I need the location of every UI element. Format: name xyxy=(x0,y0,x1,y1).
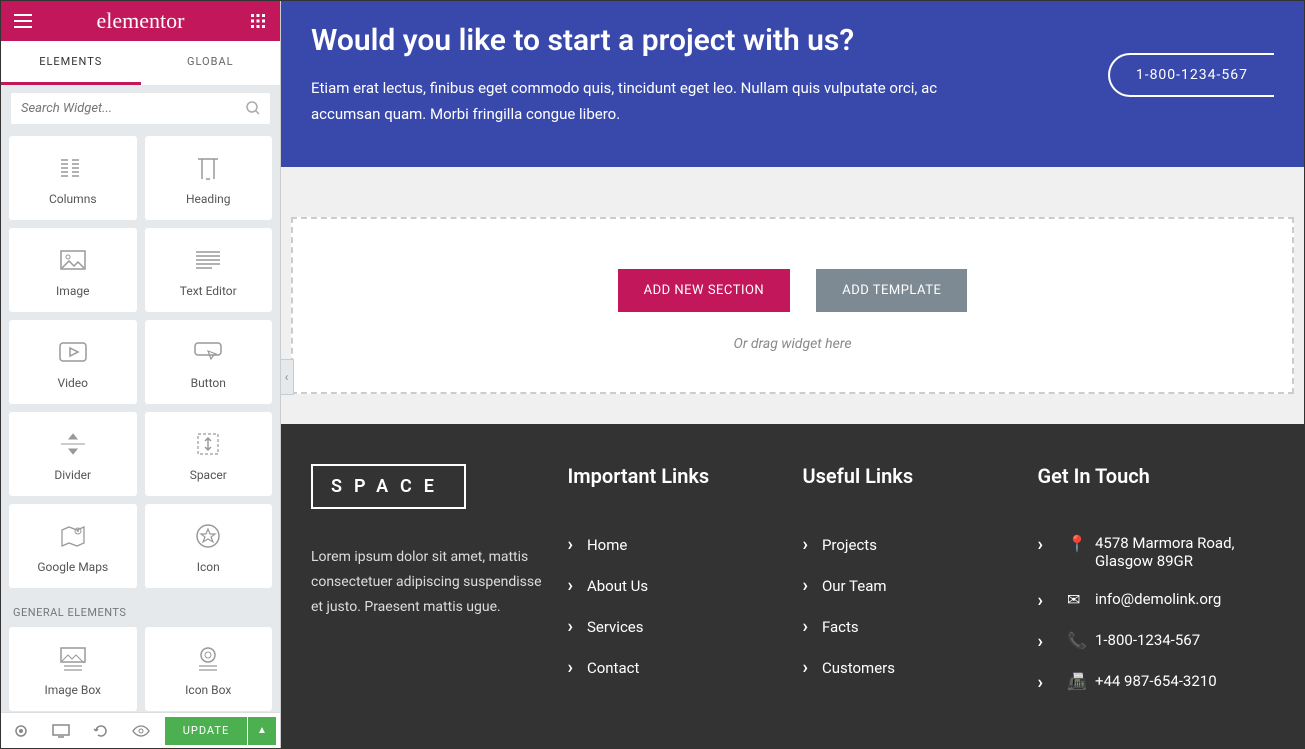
widget-button[interactable]: Button xyxy=(145,320,273,404)
footer-col-about: SPACE Lorem ipsum dolor sit amet, mattis… xyxy=(311,464,548,703)
video-icon xyxy=(17,338,129,366)
text-icon xyxy=(153,246,265,274)
footer-link[interactable]: About Us xyxy=(568,565,783,606)
preview-icon[interactable] xyxy=(121,713,161,749)
spacer-icon xyxy=(153,430,265,458)
fax-icon: 📠 xyxy=(1067,672,1085,691)
widget-image-box[interactable]: Image Box xyxy=(9,627,137,711)
button-icon xyxy=(153,338,265,366)
widget-google-maps[interactable]: Google Maps xyxy=(9,504,137,588)
update-button[interactable]: UPDATE xyxy=(165,717,247,745)
footer-about-text: Lorem ipsum dolor sit amet, mattis conse… xyxy=(311,545,548,621)
footer-col3-title: Useful Links xyxy=(803,464,1018,488)
footer-link[interactable]: Facts xyxy=(803,606,1018,647)
star-icon xyxy=(153,522,265,550)
elementor-sidebar: elementor ELEMENTS GLOBAL Columns Headin… xyxy=(1,1,281,748)
iconbox-icon xyxy=(153,645,265,673)
dropzone[interactable]: ADD NEW SECTION ADD TEMPLATE Or drag wid… xyxy=(291,217,1294,394)
widget-icon[interactable]: Icon xyxy=(145,504,273,588)
add-section-button[interactable]: ADD NEW SECTION xyxy=(618,269,791,312)
widget-icon-box[interactable]: Icon Box xyxy=(145,627,273,711)
update-options-button[interactable]: ▲ xyxy=(248,717,276,745)
add-template-button[interactable]: ADD TEMPLATE xyxy=(816,269,967,312)
search-input[interactable] xyxy=(11,93,270,124)
footer-link[interactable]: Our Team xyxy=(803,565,1018,606)
columns-icon xyxy=(17,154,129,182)
maps-icon xyxy=(17,522,129,550)
footer-col-contact: Get In Touch 📍4578 Marmora Road, Glasgow… xyxy=(1038,464,1275,703)
cta-text: Etiam erat lectus, finibus eget commodo … xyxy=(311,76,971,127)
apps-grid-icon[interactable] xyxy=(246,9,270,33)
footer-col2-title: Important Links xyxy=(568,464,783,488)
settings-icon[interactable] xyxy=(1,713,41,749)
widgets-panel: Columns Heading Image Text Editor Video … xyxy=(1,132,280,712)
dropzone-hint: Or drag widget here xyxy=(313,336,1272,352)
email-icon: ✉ xyxy=(1067,590,1085,609)
footer-col-useful: Useful Links Projects Our Team Facts Cus… xyxy=(803,464,1018,703)
cta-section[interactable]: Would you like to start a project with u… xyxy=(281,1,1304,167)
sidebar-footer: UPDATE ▲ xyxy=(1,712,280,748)
widget-text-editor[interactable]: Text Editor xyxy=(145,228,273,312)
widget-search xyxy=(1,85,280,132)
widget-image[interactable]: Image xyxy=(9,228,137,312)
footer-link[interactable]: Customers xyxy=(803,647,1018,688)
tab-global[interactable]: GLOBAL xyxy=(141,41,281,85)
footer-brand: SPACE xyxy=(311,464,466,509)
divider-icon xyxy=(17,430,129,458)
widget-video[interactable]: Video xyxy=(9,320,137,404)
imagebox-icon xyxy=(17,645,129,673)
footer-link[interactable]: Services xyxy=(568,606,783,647)
footer-link[interactable]: Contact xyxy=(568,647,783,688)
phone-icon: 📞 xyxy=(1067,631,1085,650)
sidebar-header: elementor xyxy=(1,1,280,41)
footer-link[interactable]: Home xyxy=(568,524,783,565)
section-label: GENERAL ELEMENTS xyxy=(9,598,272,627)
image-icon xyxy=(17,246,129,274)
widget-spacer[interactable]: Spacer xyxy=(145,412,273,496)
footer-col-important: Important Links Home About Us Services C… xyxy=(568,464,783,703)
footer-col4-title: Get In Touch xyxy=(1038,464,1275,488)
search-icon[interactable] xyxy=(246,101,260,115)
widget-divider[interactable]: Divider xyxy=(9,412,137,496)
sidebar-tabs: ELEMENTS GLOBAL xyxy=(1,41,280,85)
heading-icon xyxy=(153,154,265,182)
cta-phone-button[interactable]: 1-800-1234-567 xyxy=(1108,53,1274,97)
cta-title: Would you like to start a project with u… xyxy=(311,23,1088,58)
hamburger-icon[interactable] xyxy=(11,9,35,33)
responsive-icon[interactable] xyxy=(41,713,81,749)
widget-heading[interactable]: Heading xyxy=(145,136,273,220)
collapse-sidebar-button[interactable]: ‹ xyxy=(281,359,294,395)
editor-canvas: ‹ Would you like to start a project with… xyxy=(281,1,1304,748)
history-icon[interactable] xyxy=(81,713,121,749)
elementor-logo: elementor xyxy=(97,8,185,34)
widget-columns[interactable]: Columns xyxy=(9,136,137,220)
tab-elements[interactable]: ELEMENTS xyxy=(1,41,141,85)
footer-link[interactable]: Projects xyxy=(803,524,1018,565)
location-icon: 📍 xyxy=(1067,534,1085,553)
footer-section[interactable]: SPACE Lorem ipsum dolor sit amet, mattis… xyxy=(281,424,1304,748)
